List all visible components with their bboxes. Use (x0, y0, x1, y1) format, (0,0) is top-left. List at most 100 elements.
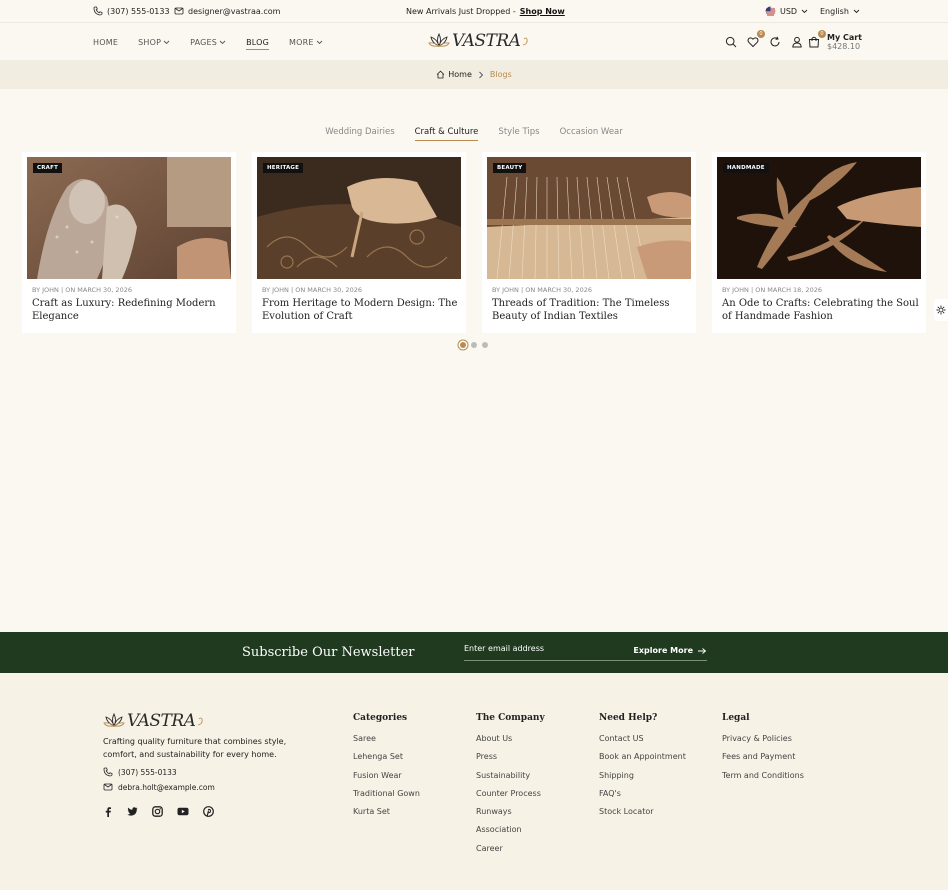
blog-card[interactable]: CRAFT BY JOHN | ON MARCH 30, 2026 Craft … (22, 152, 236, 333)
tab-craft-culture[interactable]: Craft & Culture (414, 127, 479, 141)
footer-link[interactable]: Book an Appointment (599, 752, 686, 770)
cart-summary: My Cart $428.10 (827, 33, 862, 51)
footer-link[interactable]: Association (476, 825, 545, 843)
instagram-icon[interactable] (152, 806, 163, 817)
carousel-dot[interactable] (460, 342, 466, 348)
footer-link[interactable]: Counter Process (476, 789, 545, 807)
wishlist-button[interactable]: 0 (746, 30, 765, 49)
post-title[interactable]: An Ode to Crafts: Celebrating the Soul o… (717, 297, 921, 323)
settings-toggle[interactable] (934, 299, 948, 321)
shop-now-link[interactable]: Shop Now (520, 7, 565, 16)
blog-card-image[interactable]: BEAUTY (487, 157, 691, 279)
footer-link[interactable]: Contact US (599, 734, 686, 752)
blog-card[interactable]: HANDMADE BY JOHN | ON MARCH 18, 2026 An … (712, 152, 926, 333)
footer-link[interactable]: Fusion Wear (353, 771, 420, 789)
footer-link[interactable]: Stock Locator (599, 807, 686, 825)
nav-home[interactable]: HOME (93, 38, 118, 47)
post-meta: BY JOHN | ON MARCH 18, 2026 (722, 286, 822, 294)
top-bar: (307) 555-0133 designer@vastraa.com New … (0, 0, 948, 22)
newsletter-email-input[interactable] (464, 644, 624, 653)
footer-logo-wordmark: VASTRA (127, 711, 196, 731)
footer-link[interactable]: Fees and Payment (722, 752, 804, 770)
search-icon (725, 36, 737, 48)
breadcrumb-home[interactable]: Home (436, 70, 472, 79)
post-meta: BY JOHN | ON MARCH 30, 2026 (32, 286, 132, 294)
footer-link[interactable]: Runways (476, 807, 545, 825)
breadcrumb: Home Blogs (0, 60, 948, 89)
footer-link[interactable]: Career (476, 844, 545, 862)
search-button[interactable] (724, 35, 738, 49)
topbar-email[interactable]: designer@vastraa.com (174, 0, 280, 22)
currency-select[interactable]: USD (765, 0, 808, 22)
footer-col-help: Need Help? Contact US Book an Appointmen… (599, 713, 686, 825)
nav-blog[interactable]: BLOG (246, 38, 270, 50)
social-links (103, 806, 293, 817)
post-title[interactable]: Craft as Luxury: Redefining Modern Elega… (27, 297, 231, 323)
chevron-down-icon (163, 40, 170, 44)
footer-link[interactable]: Press (476, 752, 545, 770)
twitter-icon[interactable] (127, 806, 138, 817)
chevron-down-icon (316, 40, 322, 44)
footer-link[interactable]: Lehenga Set (353, 752, 420, 770)
nav-pages[interactable]: PAGES (190, 38, 226, 47)
footer-link[interactable]: Traditional Gown (353, 789, 420, 807)
chevron-down-icon (219, 40, 226, 44)
footer-link[interactable]: About Us (476, 734, 545, 752)
logo-flourish-icon (198, 717, 204, 726)
language-select[interactable]: English (820, 0, 860, 22)
footer-link[interactable]: Privacy & Policies (722, 734, 804, 752)
footer-about: VASTRA Crafting quality furniture that c… (103, 711, 293, 817)
blog-card-image[interactable]: HERITAGE (257, 157, 461, 279)
tab-style-tips[interactable]: Style Tips (498, 127, 539, 141)
post-tag: BEAUTY (493, 163, 527, 173)
refresh-icon (770, 36, 780, 47)
topbar-phone[interactable]: (307) 555-0133 (93, 0, 170, 22)
footer-link[interactable]: Saree (353, 734, 420, 752)
cart-icon-wrap: 0 (807, 30, 826, 49)
compare-button[interactable] (768, 35, 782, 49)
explore-more-button[interactable]: Explore More (633, 646, 707, 655)
tab-wedding-dairies[interactable]: Wedding Dairies (325, 127, 394, 141)
footer-phone[interactable]: (307) 555-0133 (103, 767, 293, 777)
tab-occasion-wear[interactable]: Occasion Wear (560, 127, 623, 141)
footer-link[interactable]: Sustainability (476, 771, 545, 789)
blog-card[interactable]: HERITAGE BY JOHN | ON MARCH 30, 2026 Fro… (252, 152, 466, 333)
footer-logo[interactable]: VASTRA (103, 711, 293, 731)
nav-more[interactable]: MORE (289, 38, 323, 47)
account-button[interactable] (790, 35, 804, 49)
newsletter-form: Explore More (464, 644, 707, 661)
carousel-dot[interactable] (482, 342, 488, 348)
blog-card[interactable]: BEAUTY BY JOHN | ON MARCH 30, 2026 Threa… (482, 152, 696, 333)
cart-icon (808, 36, 820, 48)
footer-email[interactable]: debra.holt@example.com (103, 782, 293, 792)
topbar-email-text: designer@vastraa.com (188, 6, 281, 16)
footer-link[interactable]: FAQ's (599, 789, 686, 807)
post-tag: HERITAGE (263, 163, 304, 173)
cart-button[interactable]: 0 My Cart $428.10 (807, 23, 862, 61)
blog-card-image[interactable]: CRAFT (27, 157, 231, 279)
lotus-logo-icon (428, 32, 450, 48)
footer-description: Crafting quality furniture that combines… (103, 737, 287, 759)
blog-card-image[interactable]: HANDMADE (717, 157, 921, 279)
footer-link[interactable]: Shipping (599, 771, 686, 789)
chevron-down-icon (853, 9, 860, 13)
footer-link[interactable]: Kurta Set (353, 807, 420, 825)
youtube-icon[interactable] (177, 806, 189, 817)
breadcrumb-current: Blogs (489, 70, 512, 79)
us-flag-icon (765, 6, 776, 16)
site-logo[interactable]: VASTRA (428, 31, 530, 51)
language-label: English (820, 6, 849, 16)
post-title[interactable]: Threads of Tradition: The Timeless Beaut… (487, 297, 691, 323)
nav-shop[interactable]: SHOP (138, 38, 170, 47)
announcement-text: New Arrivals Just Dropped - (406, 6, 516, 16)
post-title[interactable]: From Heritage to Modern Design: The Evol… (257, 297, 461, 323)
footer-link[interactable]: Term and Conditions (722, 771, 804, 789)
phone-icon (103, 767, 113, 777)
carousel-dot[interactable] (471, 342, 477, 348)
home-icon (436, 70, 445, 79)
pinterest-icon[interactable] (203, 806, 214, 817)
post-tag: HANDMADE (723, 163, 769, 173)
breadcrumb-home-label: Home (448, 70, 472, 79)
nav-shop-label: SHOP (138, 37, 162, 47)
facebook-icon[interactable] (103, 806, 113, 817)
